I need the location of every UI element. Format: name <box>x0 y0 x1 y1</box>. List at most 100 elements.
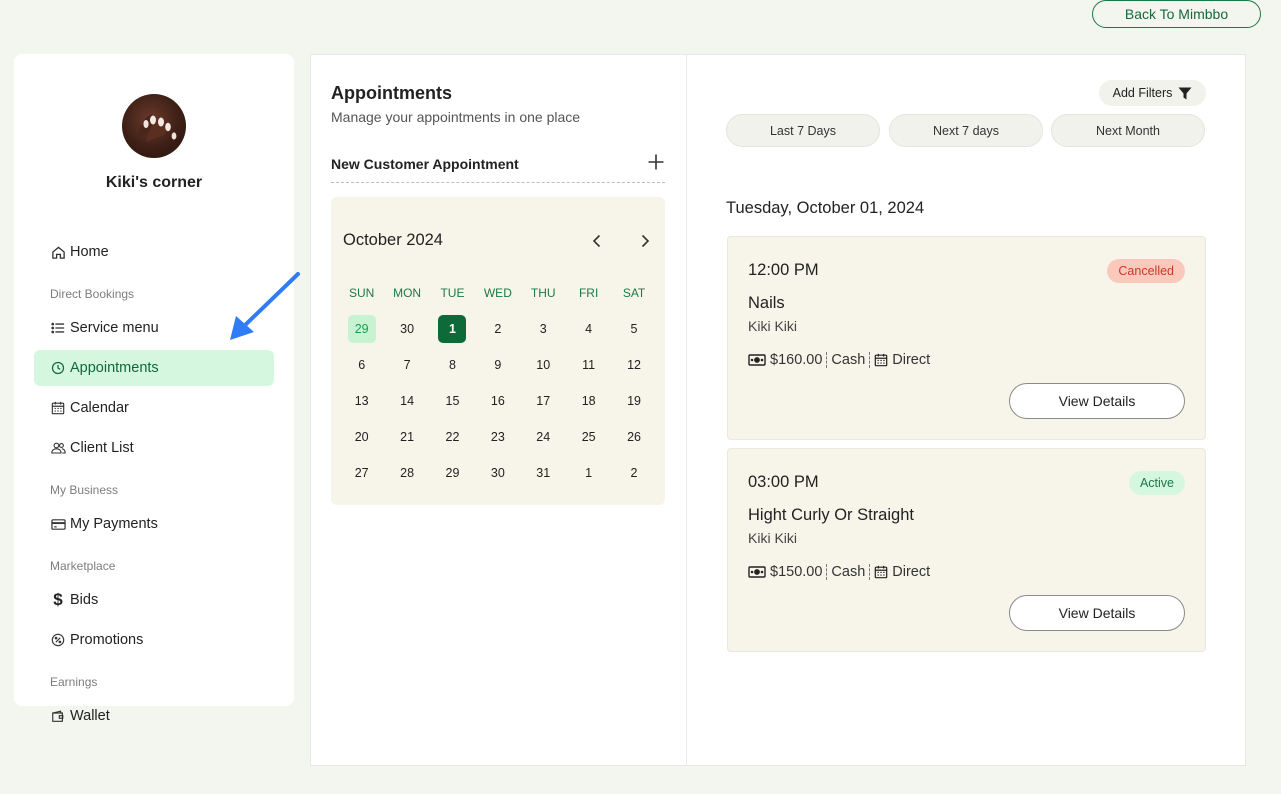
next-month-button[interactable] <box>633 229 657 253</box>
service-name: Nails <box>748 294 785 312</box>
calendar-day[interactable]: 2 <box>620 459 648 487</box>
sidebar-item-client-list[interactable]: Client List <box>34 430 274 466</box>
annotation-arrow-icon <box>230 272 300 340</box>
calendar-cell: 18 <box>566 387 611 415</box>
page-subtitle: Manage your appointments in one place <box>331 109 581 125</box>
calendar-cell: 26 <box>611 423 656 451</box>
calendar-cell: 8 <box>430 351 475 379</box>
calendar-day[interactable]: 3 <box>529 315 557 343</box>
calendar-day[interactable]: 1 <box>438 315 467 343</box>
calendar-day[interactable]: 15 <box>438 387 466 415</box>
price: $160.00 <box>770 352 823 368</box>
view-details-button[interactable]: View Details <box>1009 383 1185 419</box>
calendar-week-row: 6 7 8 9 10 11 12 <box>339 347 657 383</box>
calendar-cell: 2 <box>611 459 656 487</box>
calendar-week-row: 13 14 15 16 17 18 19 <box>339 383 657 419</box>
calendar-cell: 5 <box>611 315 656 343</box>
weekday-label: WED <box>483 286 512 300</box>
prev-month-button[interactable] <box>585 229 609 253</box>
calendar-day[interactable]: 29 <box>438 459 466 487</box>
calendar-cell: 6 <box>339 351 384 379</box>
weekday-label: MON <box>393 286 422 300</box>
calendar-day[interactable]: 12 <box>620 351 648 379</box>
calendar-cell: 2 <box>475 315 520 343</box>
new-customer-appointment-button[interactable]: New Customer Appointment <box>331 145 665 183</box>
appointment-meta: $150.00 Cash Direct <box>748 564 930 580</box>
sidebar-item-label: Appointments <box>70 360 159 376</box>
service-name: Hight Curly Or Straight <box>748 506 914 524</box>
calendar-cell: 10 <box>521 351 566 379</box>
calendar-day[interactable]: 26 <box>620 423 648 451</box>
sidebar-item-label: Bids <box>70 592 99 608</box>
calendar-day[interactable]: 23 <box>484 423 512 451</box>
meta-separator <box>826 564 828 580</box>
calendar-day[interactable]: 17 <box>529 387 557 415</box>
sidebar-item-label: My Payments <box>70 516 158 532</box>
calendar-day[interactable]: 5 <box>620 315 648 343</box>
client-name: Kiki Kiki <box>748 530 798 546</box>
calendar-day[interactable]: 25 <box>575 423 603 451</box>
calendar-day[interactable]: 2 <box>484 315 512 343</box>
calendar-day[interactable]: 11 <box>575 351 603 379</box>
calendar-day[interactable]: 8 <box>438 351 466 379</box>
page-title: Appointments <box>331 83 452 103</box>
calendar-day[interactable]: 21 <box>393 423 421 451</box>
meta-separator <box>826 352 828 368</box>
client-name: Kiki Kiki <box>748 318 798 334</box>
dollar-icon: $ <box>53 590 63 609</box>
sidebar: Kiki's corner Home Direct Bookings Servi… <box>14 54 294 724</box>
last-7-days-button[interactable]: Last 7 Days <box>726 114 880 147</box>
calendar-day[interactable]: 10 <box>529 351 557 379</box>
calendar-day[interactable]: 7 <box>393 351 421 379</box>
next-7-days-button[interactable]: Next 7 days <box>889 114 1043 147</box>
calendar-day[interactable]: 22 <box>438 423 466 451</box>
calendar-cell: 21 <box>384 423 429 451</box>
mini-calendar: October 2024 SUN MON TUE WED THU FRI SAT 29 30 1 2… <box>331 197 665 505</box>
calendar-day[interactable]: 30 <box>484 459 512 487</box>
calendar-cell: 4 <box>566 315 611 343</box>
sidebar-item-calendar[interactable]: Calendar <box>34 390 274 426</box>
calendar-day[interactable]: 13 <box>348 387 376 415</box>
sidebar-item-promotions[interactable]: Promotions <box>34 622 274 658</box>
price: $150.00 <box>770 564 823 580</box>
discount-icon <box>50 632 66 648</box>
view-details-button[interactable]: View Details <box>1009 595 1185 631</box>
calendar-weekday-row: SUN MON TUE WED THU FRI SAT <box>339 275 657 311</box>
calendar-day[interactable]: 6 <box>348 351 376 379</box>
appointment-time: 03:00 PM <box>748 473 819 491</box>
weekday-label: TUE <box>440 286 465 300</box>
calendar-day[interactable]: 27 <box>348 459 376 487</box>
shop-name: Kiki's corner <box>105 174 203 191</box>
sidebar-item-appointments[interactable]: Appointments <box>34 350 274 386</box>
new-appointment-label: New Customer Appointment <box>331 155 519 172</box>
wallet-icon <box>50 708 66 724</box>
weekday-label: THU <box>530 286 556 300</box>
meta-separator <box>869 564 871 580</box>
calendar-day[interactable]: 28 <box>393 459 421 487</box>
calendar-day[interactable]: 4 <box>575 315 603 343</box>
calendar-cell: 22 <box>430 423 475 451</box>
calendar-day[interactable]: 30 <box>393 315 421 343</box>
calendar-day[interactable]: 19 <box>620 387 648 415</box>
back-to-mimbbo-button[interactable]: Back To Mimbbo <box>1092 0 1261 28</box>
sidebar-item-home[interactable]: Home <box>34 234 274 270</box>
calendar-day[interactable]: 24 <box>529 423 557 451</box>
calendar-icon <box>50 400 66 416</box>
calendar-day[interactable]: 31 <box>529 459 557 487</box>
calendar-day[interactable]: 9 <box>484 351 512 379</box>
next-month-filter-button[interactable]: Next Month <box>1051 114 1205 147</box>
calendar-cell: 1 <box>430 315 475 343</box>
calendar-day[interactable]: 29 <box>347 315 376 343</box>
add-filters-button[interactable]: Add Filters <box>1099 80 1206 106</box>
calendar-day[interactable]: 16 <box>484 387 512 415</box>
calendar-day[interactable]: 18 <box>575 387 603 415</box>
sidebar-item-my-payments[interactable]: My Payments <box>34 506 274 542</box>
sidebar-item-wallet[interactable]: Wallet <box>34 698 274 734</box>
calendar-cell: 25 <box>566 423 611 451</box>
calendar-day[interactable]: 14 <box>393 387 421 415</box>
calendar-cell: 27 <box>339 459 384 487</box>
section-earnings: Earnings <box>50 675 98 689</box>
sidebar-item-bids[interactable]: $ Bids <box>34 582 274 618</box>
calendar-day[interactable]: 20 <box>348 423 376 451</box>
calendar-day[interactable]: 1 <box>575 459 603 487</box>
